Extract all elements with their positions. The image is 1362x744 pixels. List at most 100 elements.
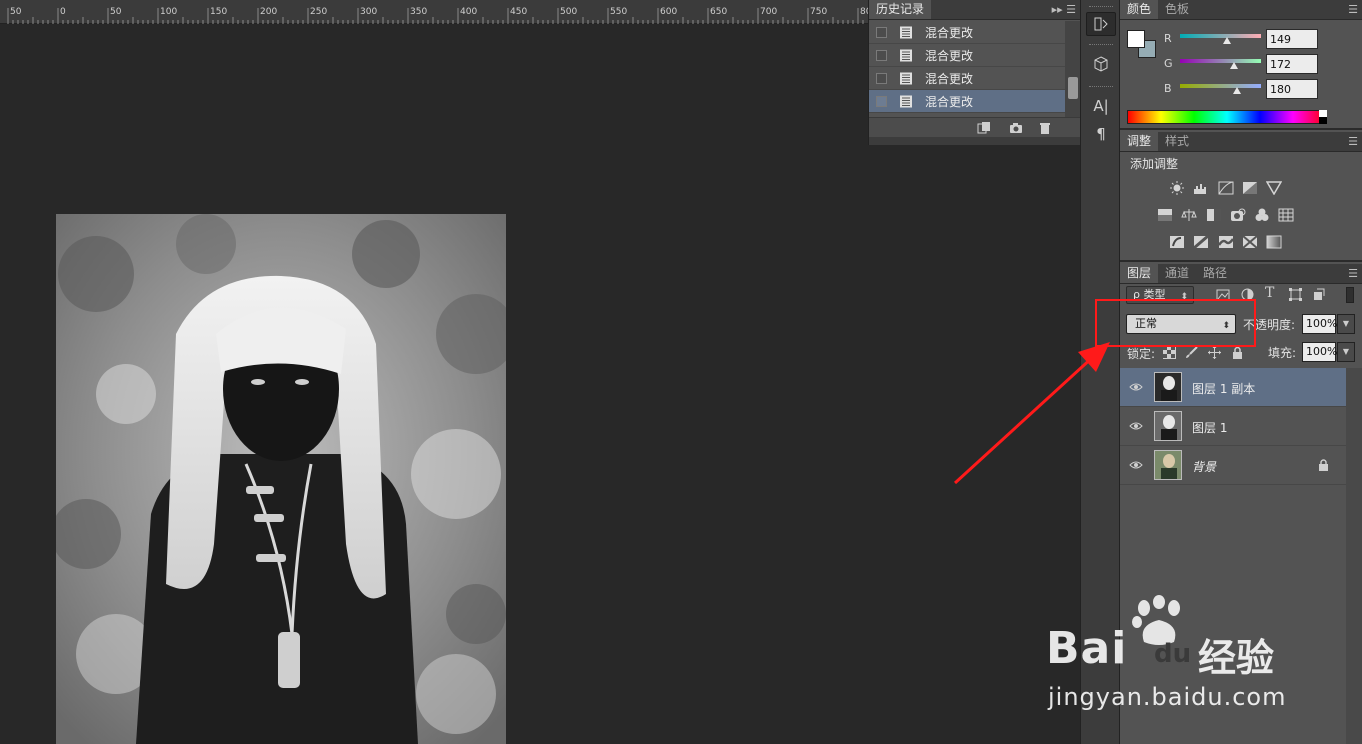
layer-row[interactable]: 图层 1	[1120, 407, 1346, 446]
horizontal-ruler[interactable]: 50 0 50 100 150 200 250 300 350 400 450 500 550 600 65…	[0, 0, 868, 24]
color-lookup-icon[interactable]	[1278, 208, 1294, 222]
channel-slider-track[interactable]	[1180, 34, 1261, 38]
layer-row[interactable]: 背景	[1120, 446, 1346, 485]
document-image-inverted-portrait[interactable]	[56, 214, 506, 744]
layers-panel-menu-icon[interactable]: ☰	[1348, 267, 1358, 280]
watermark-brand-cn: 经验	[1198, 636, 1275, 680]
lock-position-move-icon[interactable]	[1208, 346, 1221, 359]
watermark-brand: Bai	[1046, 623, 1128, 674]
history-snapshot-checkbox[interactable]	[876, 26, 887, 38]
tab-swatches[interactable]: 色板	[1158, 0, 1196, 19]
layer-thumbnail[interactable]	[1154, 372, 1182, 402]
exposure-icon[interactable]	[1242, 181, 1258, 195]
filter-shape-layer-icon[interactable]	[1289, 288, 1302, 301]
trash-icon[interactable]	[1038, 121, 1052, 135]
channel-slider-thumb[interactable]	[1230, 62, 1239, 69]
ruler-tick-label: 450	[510, 7, 527, 17]
filter-adjustment-layer-icon[interactable]	[1241, 288, 1254, 301]
history-state-row[interactable]: 混合更改	[869, 67, 1065, 90]
history-snapshot-checkbox[interactable]	[876, 49, 887, 61]
adjust-panel-menu-icon[interactable]: ☰	[1348, 135, 1358, 148]
tab-paths[interactable]: 路径	[1196, 264, 1234, 283]
color-panel: 颜色 色板 ☰ R 149 G 172 B 180	[1120, 0, 1362, 130]
history-state-row[interactable]: 混合更改	[869, 21, 1065, 44]
history-snapshot-checkbox[interactable]	[876, 72, 887, 84]
3d-cube-icon[interactable]	[1086, 52, 1116, 76]
tab-channels[interactable]: 通道	[1158, 264, 1196, 283]
filter-toggle-switch[interactable]	[1346, 287, 1354, 303]
channel-value-input[interactable]: 180	[1266, 79, 1318, 99]
channel-value-input[interactable]: 172	[1266, 54, 1318, 74]
new-document-from-state-icon[interactable]	[977, 121, 991, 135]
photo-filter-icon[interactable]	[1230, 208, 1246, 222]
ruler-tick-label: 50	[110, 7, 122, 17]
history-state-row[interactable]: 混合更改	[869, 90, 1065, 113]
history-scrollbar[interactable]	[1065, 21, 1081, 117]
layer-row[interactable]: 图层 1 副本	[1120, 368, 1346, 407]
lock-label: 锁定:	[1127, 347, 1156, 361]
strip-grip[interactable]	[1089, 6, 1113, 9]
channel-slider-thumb[interactable]	[1222, 37, 1231, 44]
threshold-icon[interactable]	[1218, 235, 1234, 249]
layer-name[interactable]: 图层 1	[1192, 419, 1227, 436]
invert-icon[interactable]	[1169, 235, 1185, 249]
ruler-tick-label: 250	[310, 7, 327, 17]
opacity-dropdown-button[interactable]: ▼	[1337, 314, 1355, 334]
layers-scrollbar[interactable]	[1346, 368, 1362, 744]
lock-transparent-pixels-icon[interactable]	[1163, 346, 1176, 359]
history-panel-icon[interactable]	[1086, 12, 1116, 36]
channel-value-input[interactable]: 149	[1266, 29, 1318, 49]
lock-all-icon[interactable]	[1231, 346, 1244, 359]
gradient-map-icon[interactable]	[1266, 235, 1282, 249]
channel-slider-track[interactable]	[1180, 84, 1261, 88]
layer-filter-select[interactable]: ρ 类型 ⬍	[1126, 286, 1194, 304]
lock-image-pixels-brush-icon[interactable]	[1185, 346, 1198, 359]
tab-layers[interactable]: 图层	[1120, 264, 1159, 283]
camera-snapshot-icon[interactable]	[1009, 121, 1023, 135]
color-spectrum-bar[interactable]	[1127, 110, 1327, 124]
selective-color-icon[interactable]	[1242, 235, 1258, 249]
watermark-brand-du: du	[1154, 639, 1192, 669]
character-panel-icon[interactable]: A|	[1086, 94, 1116, 118]
channel-mixer-icon[interactable]	[1254, 208, 1270, 222]
filter-type-layer-icon[interactable]: T	[1265, 285, 1274, 301]
black-white-icon[interactable]	[1206, 208, 1222, 222]
eye-visibility-icon[interactable]	[1129, 421, 1143, 431]
history-scroll-thumb[interactable]	[1068, 77, 1078, 99]
inverted-girl-photo	[56, 214, 506, 744]
history-state-row[interactable]: 混合更改	[869, 44, 1065, 67]
curves-icon[interactable]	[1218, 181, 1234, 195]
layer-thumbnail[interactable]	[1154, 411, 1182, 441]
tab-history[interactable]: 历史记录	[869, 0, 932, 19]
filter-pixel-layer-icon[interactable]	[1216, 289, 1230, 301]
opacity-input[interactable]: 100%	[1302, 314, 1337, 334]
history-panel-menu-icon[interactable]: ▸▸ ☰	[1052, 3, 1076, 16]
fill-dropdown-button[interactable]: ▼	[1337, 342, 1355, 362]
vibrance-icon[interactable]	[1266, 181, 1282, 195]
eye-visibility-icon[interactable]	[1129, 460, 1143, 470]
tab-color[interactable]: 颜色	[1120, 0, 1159, 19]
eye-visibility-icon[interactable]	[1129, 382, 1143, 392]
levels-icon[interactable]	[1193, 181, 1209, 195]
tab-adjustments[interactable]: 调整	[1120, 132, 1159, 151]
layer-lock-icon	[1319, 459, 1328, 471]
color-balance-icon[interactable]	[1181, 208, 1197, 222]
filter-smart-object-icon[interactable]	[1313, 288, 1325, 301]
blend-mode-select[interactable]: 正常 ⬍	[1126, 314, 1236, 334]
strip-grip[interactable]	[1089, 44, 1113, 47]
layer-name[interactable]: 图层 1 副本	[1192, 380, 1255, 397]
color-panel-menu-icon[interactable]: ☰	[1348, 3, 1358, 16]
posterize-icon[interactable]	[1193, 235, 1209, 249]
history-snapshot-checkbox[interactable]	[876, 95, 887, 107]
tab-styles[interactable]: 样式	[1158, 132, 1196, 151]
fill-input[interactable]: 100%	[1302, 342, 1337, 362]
strip-grip[interactable]	[1089, 86, 1113, 89]
channel-slider-track[interactable]	[1180, 59, 1261, 63]
layer-thumbnail[interactable]	[1154, 450, 1182, 480]
paragraph-panel-icon[interactable]: ¶	[1086, 122, 1116, 146]
brightness-contrast-icon[interactable]	[1169, 181, 1185, 195]
history-resize-grip[interactable]	[869, 137, 1081, 145]
hue-saturation-icon[interactable]	[1157, 208, 1173, 222]
layer-name[interactable]: 背景	[1192, 458, 1216, 475]
channel-slider-thumb[interactable]	[1232, 87, 1241, 94]
